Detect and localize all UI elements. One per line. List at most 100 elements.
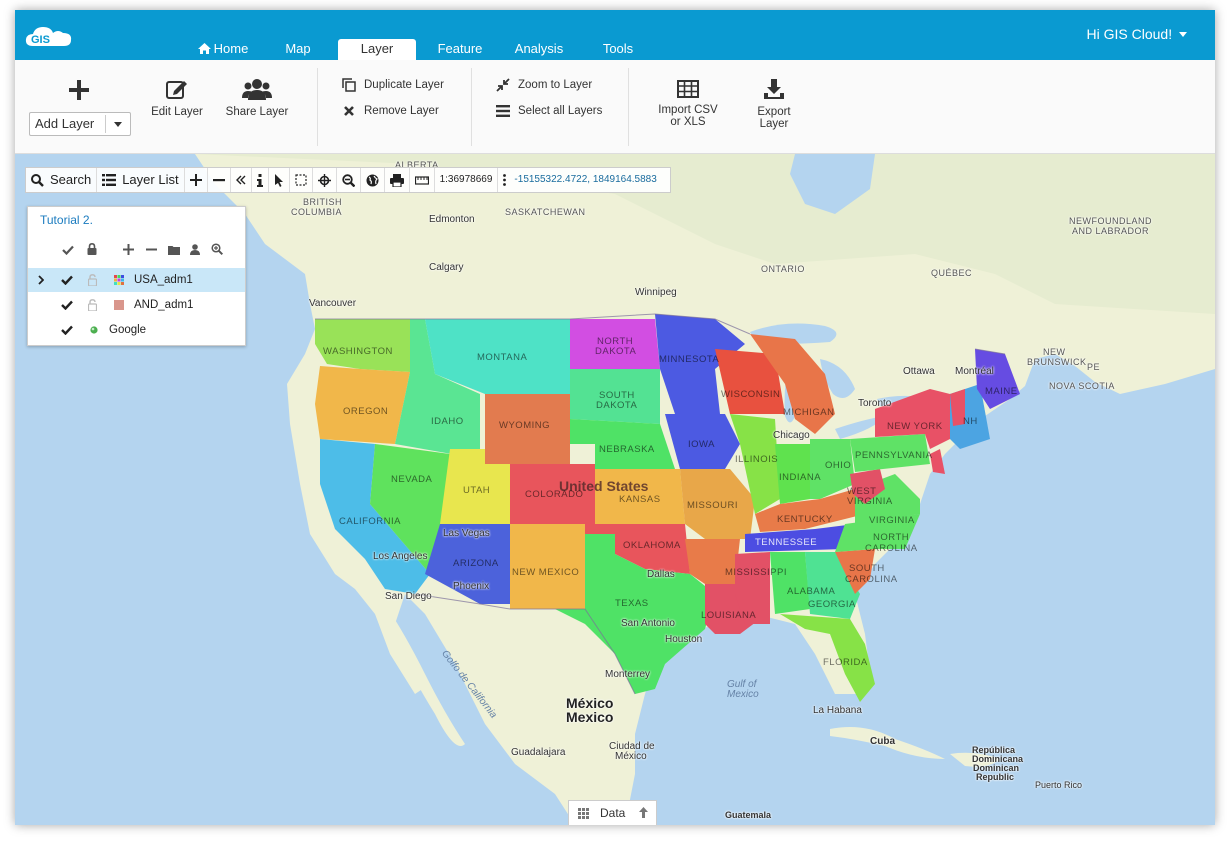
state-label-nebraska: NEBRASKA bbox=[599, 444, 655, 455]
state-label-wyoming: WYOMING bbox=[499, 420, 550, 431]
expand-chevron-icon[interactable] bbox=[38, 275, 44, 285]
measure-button[interactable] bbox=[410, 168, 435, 192]
layer-name: USA_adm1 bbox=[134, 274, 193, 286]
map-canvas[interactable]: ALBERTA BRITISH COLUMBIA SASKATCHEWAN Ed… bbox=[15, 154, 1215, 825]
layer-row-and-adm1[interactable]: AND_adm1 bbox=[28, 293, 245, 317]
map-label-british-columbia-2: COLUMBIA bbox=[291, 207, 343, 217]
map-label-chicago: Chicago bbox=[773, 430, 810, 441]
zoom-in-button[interactable] bbox=[185, 168, 208, 192]
remove-layer-button[interactable]: Remove Layer bbox=[342, 102, 439, 120]
data-tab-label: Data bbox=[600, 806, 626, 820]
share-layer-label: Share Layer bbox=[225, 106, 289, 118]
zoom-to-layer-label: Zoom to Layer bbox=[518, 79, 593, 91]
caret-down-icon bbox=[1179, 32, 1187, 37]
layer-row-google[interactable]: Google bbox=[28, 318, 245, 342]
top-nav-bar: GIS Home Map Layer Feature Analysis Tool… bbox=[15, 10, 1215, 60]
unlock-icon[interactable] bbox=[88, 299, 97, 311]
state-label-south-dakota-2: DAKOTA bbox=[596, 400, 638, 411]
map-label-ciudad-2: México bbox=[615, 751, 647, 762]
map-label-las-vegas: Las Vegas bbox=[443, 528, 490, 539]
layer-row-usa-adm1[interactable]: USA_adm1 bbox=[28, 268, 245, 292]
layer-list-button[interactable]: Layer List bbox=[97, 168, 185, 192]
map-label-la-habana: La Habana bbox=[813, 705, 862, 716]
user-icon[interactable] bbox=[190, 244, 200, 255]
globe-icon bbox=[366, 174, 379, 186]
state-label-florida: FLORIDA bbox=[823, 657, 868, 668]
zoom-to-layer-button[interactable]: Zoom to Layer bbox=[496, 76, 592, 94]
map-label-guadalajara: Guadalajara bbox=[511, 747, 566, 758]
duplicate-layer-button[interactable]: Duplicate Layer bbox=[342, 76, 444, 94]
zoom-in-icon[interactable] bbox=[211, 243, 223, 255]
state-label-colorado: COLORADO bbox=[525, 489, 584, 500]
add-layer-dropdown[interactable]: Add Layer bbox=[29, 112, 131, 136]
data-panel-tab[interactable]: Data bbox=[568, 800, 657, 825]
close-icon bbox=[344, 106, 354, 116]
state-label-north-carolina-2: CAROLINA bbox=[865, 543, 918, 554]
state-label-kentucky: KENTUCKY bbox=[777, 514, 833, 525]
lock-icon[interactable] bbox=[87, 243, 97, 255]
user-menu[interactable]: Hi GIS Cloud! bbox=[1087, 26, 1187, 42]
share-layer-button[interactable]: Share Layer bbox=[222, 78, 292, 118]
globe-button[interactable] bbox=[361, 168, 385, 192]
check-all-icon[interactable] bbox=[62, 245, 74, 255]
remove-icon[interactable] bbox=[146, 244, 157, 255]
export-label-2: Layer bbox=[759, 118, 789, 130]
folder-icon[interactable] bbox=[168, 245, 180, 255]
state-label-nh: NH bbox=[963, 416, 978, 427]
map-label-san-antonio: San Antonio bbox=[621, 618, 675, 629]
gis-cloud-logo[interactable]: GIS bbox=[25, 24, 75, 48]
map-label-calgary: Calgary bbox=[429, 262, 464, 273]
map-label-cuba: Cuba bbox=[870, 736, 895, 747]
box-select-button[interactable] bbox=[290, 168, 313, 192]
search-icon bbox=[31, 173, 44, 187]
zoom-out-button[interactable] bbox=[208, 168, 231, 192]
visibility-check-icon[interactable] bbox=[61, 325, 73, 335]
tab-analysis[interactable]: Analysis bbox=[507, 39, 571, 60]
unlock-icon[interactable] bbox=[88, 274, 97, 286]
zoom-extent-button[interactable] bbox=[337, 168, 361, 192]
collapse-toolbar-button[interactable] bbox=[231, 168, 252, 192]
tab-home[interactable]: Home bbox=[193, 39, 253, 60]
table-icon bbox=[677, 80, 699, 98]
import-csv-button[interactable]: Import CSV or XLS bbox=[649, 80, 727, 128]
double-chevron-left-icon bbox=[235, 175, 246, 185]
map-label-gulf-2: Mexico bbox=[727, 689, 759, 700]
select-all-layers-label: Select all Layers bbox=[518, 105, 603, 117]
map-label-phoenix: Phoenix bbox=[453, 581, 490, 592]
tab-layer[interactable]: Layer bbox=[338, 39, 416, 60]
print-icon bbox=[389, 173, 404, 187]
visibility-check-icon[interactable] bbox=[61, 275, 73, 285]
state-label-north-carolina-1: NORTH bbox=[873, 532, 910, 543]
map-label-houston: Houston bbox=[665, 634, 703, 645]
visibility-check-icon[interactable] bbox=[61, 300, 73, 310]
state-label-washington: WASHINGTON bbox=[323, 346, 393, 357]
map-label-edmonton: Edmonton bbox=[429, 214, 475, 225]
plus-icon bbox=[189, 174, 202, 186]
project-title[interactable]: Tutorial 2. bbox=[40, 213, 93, 227]
export-label-1: Export bbox=[757, 106, 791, 118]
print-button[interactable] bbox=[385, 168, 410, 192]
select-tool-button[interactable] bbox=[269, 168, 290, 192]
plus-icon bbox=[69, 80, 89, 100]
users-icon bbox=[242, 79, 272, 100]
map-label-puerto-rico: Puerto Rico bbox=[1035, 780, 1083, 790]
compress-icon bbox=[496, 78, 510, 92]
search-button[interactable]: Search bbox=[26, 168, 98, 192]
add-icon[interactable] bbox=[123, 244, 134, 255]
edit-layer-button[interactable]: Edit Layer bbox=[147, 78, 207, 118]
tab-tools[interactable]: Tools bbox=[597, 39, 639, 60]
state-label-mississippi: MISSISSIPPI bbox=[725, 567, 787, 578]
tab-home-label: Home bbox=[213, 41, 249, 56]
select-all-layers-button[interactable]: Select all Layers bbox=[496, 102, 602, 120]
tab-feature[interactable]: Feature bbox=[432, 39, 488, 60]
search-label: Search bbox=[50, 172, 92, 187]
map-label-british-columbia-1: BRITISH bbox=[303, 197, 343, 207]
info-tool-button[interactable] bbox=[252, 168, 269, 192]
coordinates-readout: -15155322.4722, 1849164.5883 bbox=[498, 168, 669, 192]
state-label-minnesota: MINNESOTA bbox=[659, 354, 720, 365]
map-label-los-angeles: Los Angeles bbox=[373, 551, 428, 562]
tab-map[interactable]: Map bbox=[278, 39, 318, 60]
export-layer-button[interactable]: Export Layer bbox=[745, 78, 803, 130]
pan-tool-button[interactable] bbox=[313, 168, 337, 192]
state-label-montana: MONTANA bbox=[477, 352, 528, 363]
